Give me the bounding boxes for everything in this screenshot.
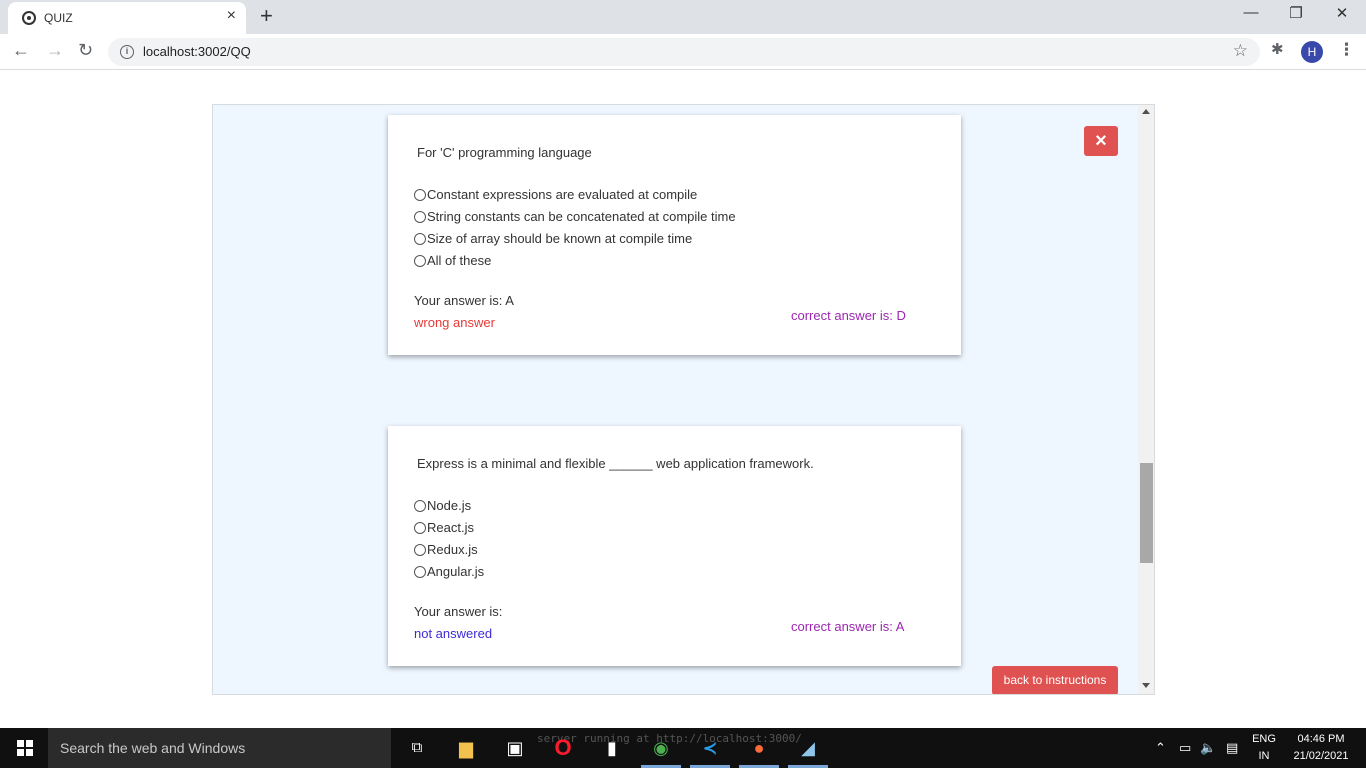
- radio-icon[interactable]: [414, 521, 426, 534]
- browser-toolbar: ← → ↻ i localhost:3002/QQ ☆: [0, 34, 1366, 70]
- battery-icon[interactable]: ▭: [1179, 740, 1191, 756]
- extensions-puzzle-icon[interactable]: ✱: [1271, 40, 1284, 58]
- radio-icon[interactable]: [414, 499, 426, 512]
- new-tab-button[interactable]: +: [260, 3, 273, 29]
- vscode-icon[interactable]: ≺: [698, 736, 722, 760]
- scroll-down-arrow-icon[interactable]: [1142, 683, 1150, 688]
- input-region[interactable]: IN: [1250, 750, 1278, 762]
- site-info-icon[interactable]: i: [120, 45, 134, 59]
- close-quiz-button[interactable]: ×: [1084, 126, 1118, 156]
- clock-time[interactable]: 04:46 PM: [1286, 733, 1356, 745]
- task-view-icon[interactable]: ⧉: [405, 736, 429, 760]
- address-bar[interactable]: i localhost:3002/QQ ☆: [108, 38, 1260, 66]
- taskbar: Search the web and Windows server runnin…: [0, 728, 1366, 768]
- option-a[interactable]: Node.js: [414, 498, 471, 513]
- question-text: For 'C' programming language: [417, 145, 592, 160]
- question-text: Express is a minimal and flexible ______…: [417, 456, 814, 471]
- store-bag-icon[interactable]: ▣: [503, 736, 527, 760]
- volume-icon[interactable]: 🔈: [1200, 740, 1216, 756]
- notification-icon[interactable]: ▤: [1226, 740, 1238, 756]
- radio-icon[interactable]: [414, 232, 426, 245]
- scroll-up-arrow-icon[interactable]: [1142, 109, 1150, 114]
- question-card: For 'C' programming language Constant ex…: [388, 115, 961, 355]
- correct-answer: correct answer is: A: [791, 619, 905, 634]
- bookmark-star-icon[interactable]: ☆: [1233, 41, 1248, 61]
- forward-arrow-icon[interactable]: →: [46, 40, 64, 61]
- input-language[interactable]: ENG: [1250, 733, 1278, 745]
- quiz-favicon-icon: [22, 11, 36, 25]
- radio-icon[interactable]: [414, 565, 426, 578]
- tab-title: QUIZ: [44, 11, 73, 25]
- answer-status: not answered: [414, 626, 493, 641]
- taskbar-search-placeholder: Search the web and Windows: [60, 740, 246, 756]
- option-c[interactable]: Redux.js: [414, 542, 478, 557]
- back-to-instructions-button[interactable]: back to instructions: [992, 666, 1118, 694]
- tab-strip: QUIZ × + — ❐ ✕: [0, 0, 1366, 34]
- taskbar-search-box[interactable]: Search the web and Windows: [48, 728, 391, 768]
- radio-icon[interactable]: [414, 254, 426, 267]
- url-text[interactable]: localhost:3002/QQ: [143, 44, 251, 59]
- reload-icon[interactable]: ↻: [78, 40, 93, 61]
- radio-icon[interactable]: [414, 543, 426, 556]
- postman-icon[interactable]: ●: [747, 736, 771, 760]
- option-b[interactable]: React.js: [414, 520, 474, 535]
- document-icon[interactable]: ▮: [600, 736, 624, 760]
- clock-date[interactable]: 21/02/2021: [1286, 750, 1356, 762]
- your-answer: Your answer is:: [414, 604, 503, 619]
- answer-status: wrong answer: [414, 315, 495, 330]
- vertical-scrollbar[interactable]: [1138, 105, 1154, 694]
- option-a[interactable]: Constant expressions are evaluated at co…: [414, 187, 697, 202]
- back-arrow-icon[interactable]: ←: [12, 40, 30, 61]
- browser-menu-icon[interactable]: ⋮: [1338, 40, 1355, 60]
- minimize-button[interactable]: —: [1228, 4, 1274, 21]
- radio-icon[interactable]: [414, 210, 426, 223]
- option-b[interactable]: String constants can be concatenated at …: [414, 209, 736, 224]
- question-card: Express is a minimal and flexible ______…: [388, 426, 961, 666]
- tab-close-icon[interactable]: ×: [227, 7, 236, 25]
- chrome-icon[interactable]: ◉: [649, 736, 673, 760]
- tray-chevron-up-icon[interactable]: ⌃: [1155, 740, 1166, 756]
- pen-app-icon[interactable]: ◢: [796, 736, 820, 760]
- your-answer: Your answer is: A: [414, 293, 514, 308]
- correct-answer: correct answer is: D: [791, 308, 906, 323]
- windows-start-icon[interactable]: [17, 740, 33, 756]
- scroll-thumb[interactable]: [1140, 463, 1153, 563]
- quiz-review-panel: For 'C' programming language Constant ex…: [212, 104, 1155, 695]
- tab-quiz[interactable]: QUIZ ×: [8, 2, 246, 34]
- restore-button[interactable]: ❐: [1273, 4, 1319, 22]
- option-c[interactable]: Size of array should be known at compile…: [414, 231, 692, 246]
- option-d[interactable]: Angular.js: [414, 564, 484, 579]
- option-d[interactable]: All of these: [414, 253, 491, 268]
- profile-avatar[interactable]: H: [1301, 41, 1323, 63]
- radio-icon[interactable]: [414, 188, 426, 201]
- window-close-button[interactable]: ✕: [1319, 4, 1365, 22]
- file-explorer-icon[interactable]: ▆: [454, 736, 478, 760]
- opera-icon[interactable]: O: [551, 736, 575, 760]
